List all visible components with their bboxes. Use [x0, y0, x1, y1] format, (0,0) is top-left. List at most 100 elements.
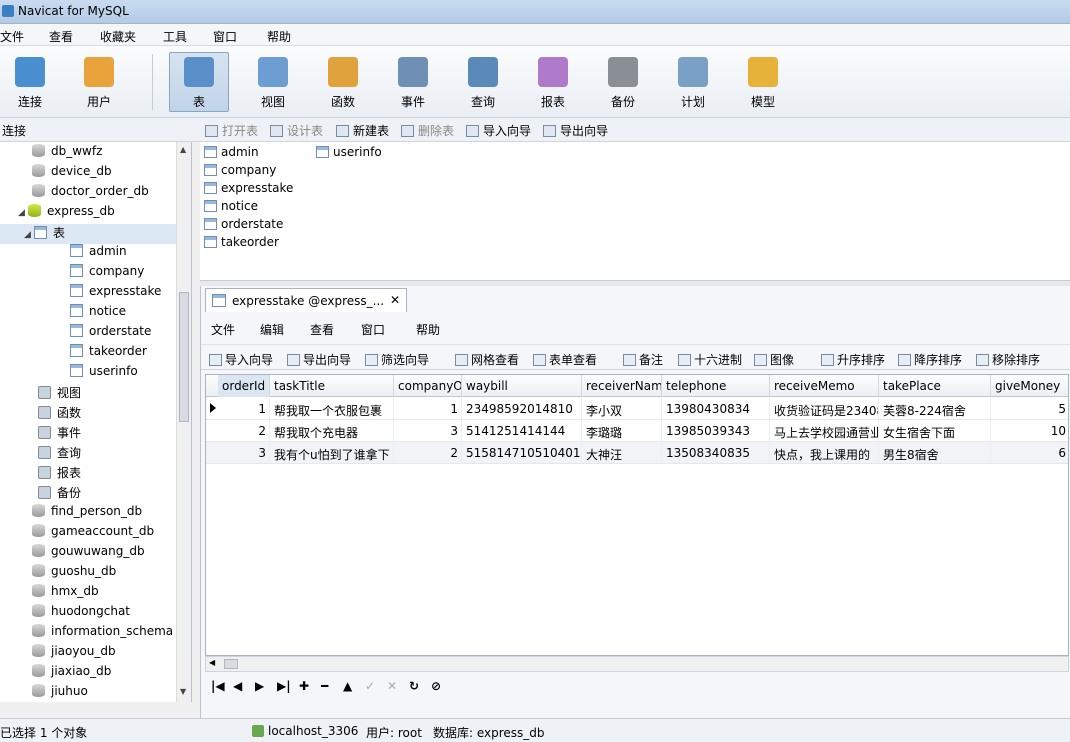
tree-item-express-db[interactable]: ◢ express_db	[18, 204, 115, 224]
tree-item-information-schema[interactable]: information_schema	[32, 624, 173, 644]
tree-item-expresstake[interactable]: expresstake	[70, 284, 161, 304]
export-wizard-button[interactable]: 导出向导	[543, 122, 608, 139]
column-header-orderid[interactable]: orderId	[218, 375, 270, 397]
tree-item-admin[interactable]: admin	[70, 244, 127, 264]
cancel-record-icon[interactable]: ✕	[387, 679, 397, 693]
tree-item-events[interactable]: 事件	[38, 424, 81, 444]
toolbar-event-button[interactable]: 事件	[383, 52, 443, 112]
column-header-receivername[interactable]: receiverName	[582, 375, 662, 397]
column-header-givemoney[interactable]: giveMoney	[991, 375, 1068, 397]
tree-item-queries[interactable]: 查询	[38, 444, 81, 464]
tree-scrollbar[interactable]: ▲ ▼	[176, 142, 191, 702]
table-cell-waybill[interactable]: 5158147105104015	[462, 442, 582, 464]
tree-item-doctor-order-db[interactable]: doctor_order_db	[32, 184, 149, 204]
toolbar-connect-button[interactable]: 连接	[0, 52, 60, 112]
grid-view-button[interactable]: 网格查看	[455, 351, 519, 368]
prev-record-icon[interactable]: ◀	[233, 679, 242, 693]
table-row[interactable]: 3 我有个u怕到了谁拿下 2 5158147105104015 大神汪 135083408…	[206, 442, 1068, 464]
toolbar-backup-button[interactable]: 备份	[593, 52, 653, 112]
table-cell-companyoi[interactable]: 1	[394, 398, 462, 420]
column-header-receivememo[interactable]: receiveMemo	[770, 375, 879, 397]
table-cell-receivememo[interactable]: 快点，我上课用的	[770, 442, 879, 464]
table-cell-orderid[interactable]: 3	[218, 442, 270, 464]
expand-arrow-icon[interactable]: ◢	[24, 230, 34, 240]
editor-menu-file[interactable]: 文件	[211, 321, 235, 338]
delete-table-button[interactable]: 删除表	[401, 122, 454, 139]
table-cell-receivername[interactable]: 大神汪	[582, 442, 662, 464]
table-row[interactable]: 2 帮我取个充电器 3 5141251414144 李璐璐 13985039343 马上去学…	[206, 420, 1068, 442]
editor-menu-help[interactable]: 帮助	[416, 321, 440, 338]
import-wizard-button[interactable]: 导入向导	[466, 122, 531, 139]
table-cell-receivername[interactable]: 李璐璐	[582, 420, 662, 442]
edit-record-icon[interactable]: ▲	[343, 679, 352, 693]
toolbar-report-button[interactable]: 报表	[523, 52, 583, 112]
menu-window[interactable]: 窗口	[213, 28, 237, 45]
tree-item-gouwuwang-db[interactable]: gouwuwang_db	[32, 544, 145, 564]
design-table-button[interactable]: 设计表	[270, 122, 323, 139]
table-cell-companyoi[interactable]: 3	[394, 420, 462, 442]
last-record-icon[interactable]: ▶|	[277, 679, 291, 693]
sort-desc-button[interactable]: 降序排序	[898, 351, 962, 368]
tree-item-notice[interactable]: notice	[70, 304, 126, 324]
tree-item-backups[interactable]: 备份	[38, 484, 81, 504]
menu-favorites[interactable]: 收藏夹	[100, 28, 136, 45]
apply-record-icon[interactable]: ✓	[365, 679, 375, 693]
tree-item-company[interactable]: company	[70, 264, 144, 284]
object-expresstake[interactable]: expresstake	[204, 181, 293, 195]
stop-icon[interactable]: ⊘	[431, 679, 441, 693]
object-company[interactable]: company	[204, 163, 276, 177]
tree-item-find-person-db[interactable]: find_person_db	[32, 504, 142, 524]
toolbar-model-button[interactable]: 模型	[733, 52, 793, 112]
editor-menu-view[interactable]: 查看	[310, 321, 334, 338]
menu-file[interactable]: 文件	[0, 28, 24, 45]
table-cell-takeplace[interactable]: 女生宿舍下面	[879, 420, 991, 442]
toolbar-table-button[interactable]: 表	[169, 52, 229, 112]
menu-help[interactable]: 帮助	[267, 28, 291, 45]
table-cell-takeplace[interactable]: 男生8宿舍	[879, 442, 991, 464]
image-button[interactable]: 图像	[754, 351, 794, 368]
table-cell-waybill[interactable]: 23498592014810	[462, 398, 582, 420]
toolbar-schedule-button[interactable]: 计划	[663, 52, 723, 112]
open-table-button[interactable]: 打开表	[205, 122, 258, 139]
remove-sort-button[interactable]: 移除排序	[976, 351, 1040, 368]
memo-button[interactable]: 备注	[623, 351, 663, 368]
hex-button[interactable]: 十六进制	[678, 351, 742, 368]
next-record-icon[interactable]: ▶	[255, 679, 264, 693]
first-record-icon[interactable]: |◀	[211, 679, 225, 693]
tree-item-functions[interactable]: 函数	[38, 404, 81, 424]
tree-item-huodongchat[interactable]: huodongchat	[32, 604, 130, 624]
form-view-button[interactable]: 表单查看	[533, 351, 597, 368]
table-cell-orderid[interactable]: 1	[218, 398, 270, 420]
table-cell-tasktitle[interactable]: 我有个u怕到了谁拿下	[270, 442, 394, 464]
column-header-takeplace[interactable]: takePlace	[879, 375, 991, 397]
table-cell-telephone[interactable]: 13980430834	[662, 398, 770, 420]
sort-asc-button[interactable]: 升序排序	[821, 351, 885, 368]
scroll-down-icon[interactable]: ▼	[180, 687, 186, 696]
scroll-thumb[interactable]	[179, 292, 189, 422]
object-orderstate[interactable]: orderstate	[204, 217, 283, 231]
table-row[interactable]: 1 帮我取一个衣服包裹 1 23498592014810 李小双 13980430834 收…	[206, 398, 1068, 420]
table-cell-waybill[interactable]: 5141251414144	[462, 420, 582, 442]
table-cell-tasktitle[interactable]: 帮我取一个衣服包裹	[270, 398, 394, 420]
tree-item-jiaxiao-db[interactable]: jiaxiao_db	[32, 664, 111, 684]
tree-item-hmx-db[interactable]: hmx_db	[32, 584, 99, 604]
column-header-companyoi[interactable]: companyOI	[394, 375, 462, 397]
tree-item-device-db[interactable]: device_db	[32, 164, 112, 184]
toolbar-view-button[interactable]: 视图	[243, 52, 303, 112]
tree-item-guoshu-db[interactable]: guoshu_db	[32, 564, 116, 584]
tree-item-userinfo[interactable]: userinfo	[70, 364, 138, 384]
toolbar-user-button[interactable]: 用户	[69, 52, 129, 112]
tree-item-db-wwfz[interactable]: db_wwfz	[32, 144, 102, 164]
delete-record-icon[interactable]: ━	[321, 679, 328, 693]
export-wizard-button[interactable]: 导出向导	[287, 351, 351, 368]
table-cell-telephone[interactable]: 13508340835	[662, 442, 770, 464]
tree-item-orderstate[interactable]: orderstate	[70, 324, 151, 344]
grid-horizontal-scrollbar[interactable]: ◀	[205, 656, 1069, 672]
import-wizard-button[interactable]: 导入向导	[209, 351, 273, 368]
scroll-thumb[interactable]	[224, 659, 238, 669]
object-userinfo[interactable]: userinfo	[316, 145, 382, 159]
toolbar-query-button[interactable]: 查询	[453, 52, 513, 112]
table-cell-givemoney[interactable]: 5	[991, 398, 1068, 420]
menu-tools[interactable]: 工具	[163, 28, 187, 45]
new-table-button[interactable]: 新建表	[336, 122, 389, 139]
